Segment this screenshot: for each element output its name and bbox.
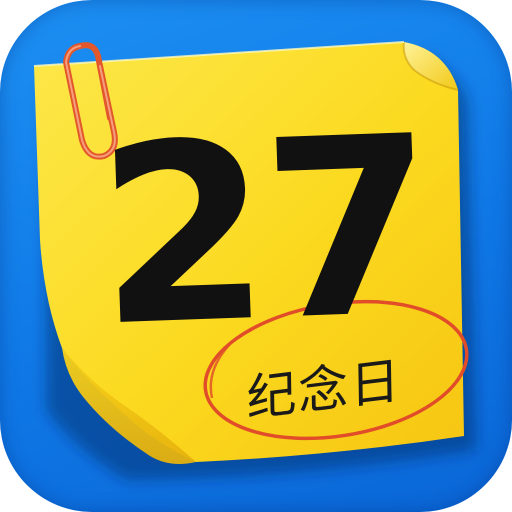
app-icon-stage: 27 纪念日 (0, 0, 512, 512)
date-number: 27 (93, 84, 434, 382)
app-icon-background[interactable]: 27 纪念日 (0, 0, 512, 512)
